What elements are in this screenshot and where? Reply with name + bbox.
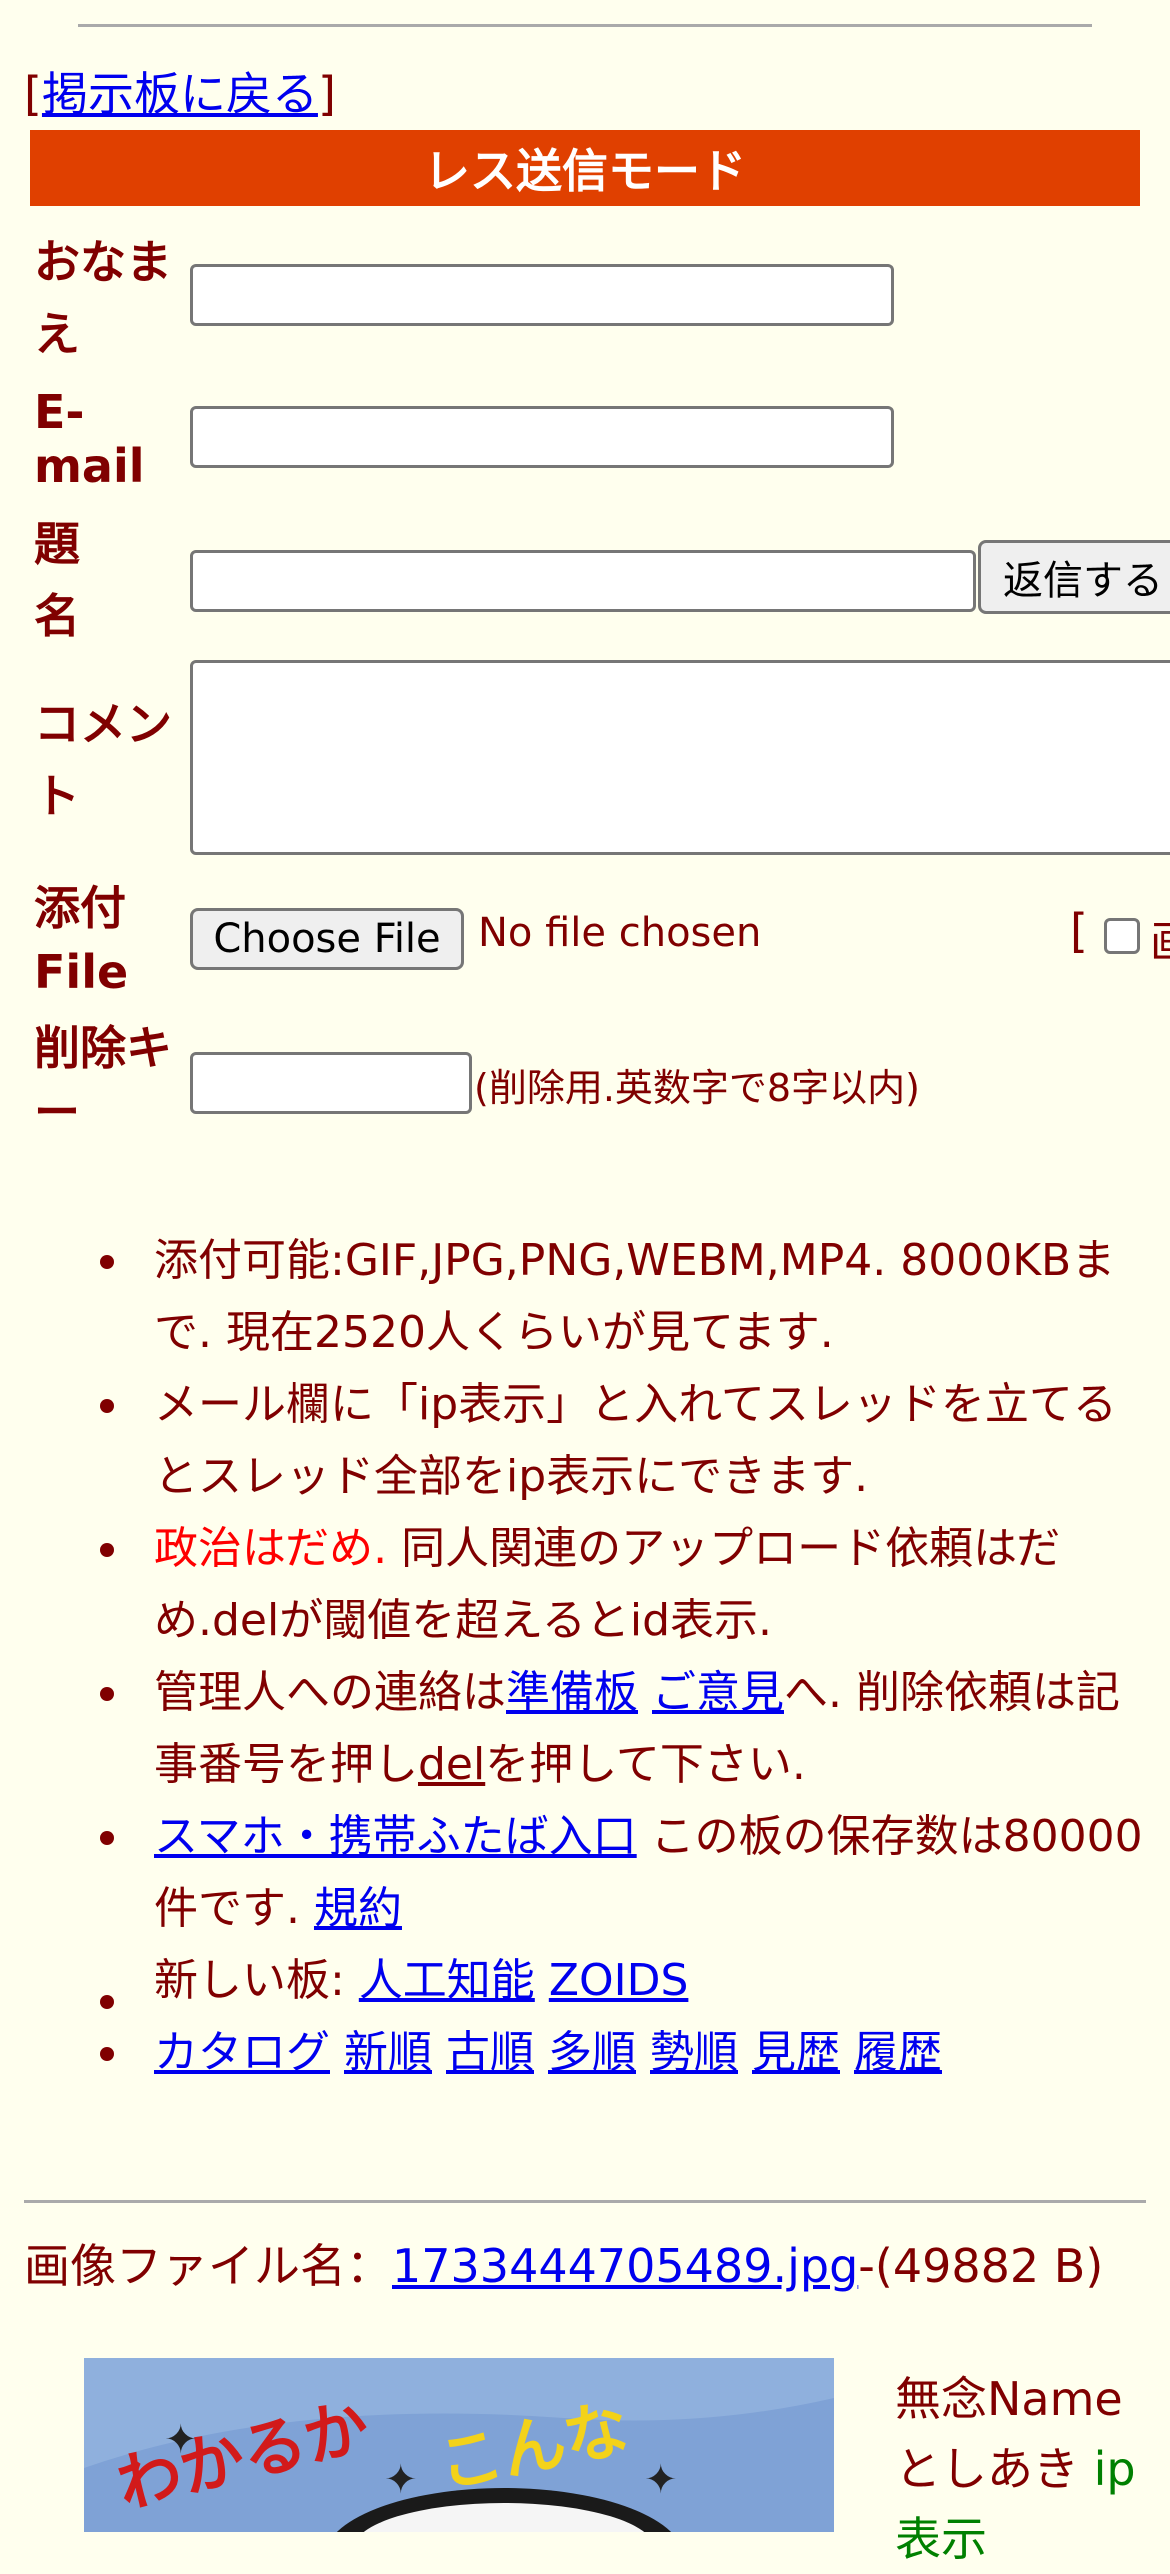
del-term: del: [418, 1739, 486, 1790]
subject-label-line1: 題: [34, 517, 80, 571]
top-divider: [78, 24, 1092, 27]
delete-key-label-line1: 削除キ: [34, 1021, 172, 1075]
name-input[interactable]: [190, 264, 894, 326]
list-item: 新しい板: 人工知能 ZOIDS: [0, 1945, 1160, 2017]
email-label-line2: mail: [34, 439, 145, 493]
comment-label-line2: ト: [34, 769, 80, 823]
back-to-board-link[interactable]: 掲示板に戻る: [42, 67, 318, 121]
list-item: 政治はだめ. 同人関連のアップロード依頼はだめ.delが閾値を超えるとid表示.: [0, 1513, 1160, 1657]
sort-oldest-link[interactable]: 古順: [446, 2027, 534, 2078]
image-file-size: -(49882 B): [858, 2239, 1104, 2293]
reply-submit-button[interactable]: 返信する: [978, 540, 1170, 614]
poster-ip-tail: 表示: [895, 2512, 987, 2566]
bottom-divider: [24, 2200, 1146, 2203]
list-item: 添付可能:GIF,JPG,PNG,WEBM,MP4. 8000KBまで. 現在2…: [0, 1225, 1160, 1369]
name-label: おなま え: [34, 226, 172, 370]
back-link-container: [掲示板に戻る]: [24, 58, 336, 124]
post-poster-line: としあき ip: [895, 2434, 1136, 2504]
svg-text:✦: ✦: [384, 2457, 418, 2503]
sort-newest-link[interactable]: 新順: [344, 2027, 432, 2078]
delete-key-input[interactable]: [190, 1052, 472, 1114]
image-file-label: 画像ファイル名：: [24, 2239, 392, 2293]
delete-key-note: (削除用.英数字で8字以内): [474, 1066, 920, 1110]
bullet-icon: [100, 1399, 114, 1413]
file-label: 添付 File: [34, 872, 128, 1008]
email-label: E- mail: [34, 376, 145, 502]
list-item: スマホ・携帯ふたば入口 この板の保存数は80000件です. 規約: [0, 1801, 1160, 1945]
subject-label: 題 名: [34, 508, 80, 652]
poster-ip: ip: [1093, 2442, 1136, 2496]
file-label-line1: 添付: [34, 881, 126, 935]
choose-file-button[interactable]: Choose File: [190, 908, 464, 970]
delete-key-label: 削除キ ー: [34, 1012, 172, 1148]
subject-label-line2: 名: [34, 589, 80, 643]
comment-textarea[interactable]: [190, 660, 1170, 855]
note-no-politics: 政治はだめ.: [154, 1523, 388, 1574]
bullet-icon: [100, 1831, 114, 1845]
list-item: 管理人への連絡は準備板 ご意見へ. 削除依頼は記事番号を押しdelを押して下さい…: [0, 1657, 1160, 1801]
svg-text:✦: ✦: [164, 2417, 198, 2463]
mobile-entrance-link[interactable]: スマホ・携帯ふたば入口: [154, 1811, 637, 1862]
image-option-checkbox[interactable]: [1104, 918, 1140, 954]
bracket-close: ]: [317, 67, 336, 121]
list-item: メール欄に「ip表示」と入れてスレッドを立てるとスレッド全部をip表示にできます…: [0, 1369, 1160, 1513]
view-history-link[interactable]: 見歴: [752, 2027, 840, 2078]
delete-key-label-line2: ー: [34, 1085, 80, 1139]
image-option-label: 画: [1150, 906, 1170, 970]
catalog-link[interactable]: カタログ: [154, 2027, 330, 2078]
subject-input[interactable]: [190, 550, 976, 612]
name-label-line1: おなま: [34, 235, 172, 289]
note-delete-request-end: を押して下さい.: [485, 1739, 806, 1790]
bullet-icon: [100, 1687, 114, 1701]
file-label-line2: File: [34, 945, 129, 999]
prep-board-link[interactable]: 準備板: [506, 1667, 638, 1718]
post-name-label: 無念Name: [895, 2372, 1123, 2426]
board-notes-list: 添付可能:GIF,JPG,PNG,WEBM,MP4. 8000KBまで. 現在2…: [0, 1225, 1160, 2089]
bullet-icon: [100, 2047, 114, 2061]
feedback-link[interactable]: ご意見: [652, 1667, 784, 1718]
note-attachments: 添付可能:GIF,JPG,PNG,WEBM,MP4. 8000KBまで. 現在2…: [154, 1235, 1116, 1358]
poster-name: としあき: [895, 2442, 1079, 2496]
bullet-icon: [100, 1543, 114, 1557]
name-label-line2: え: [34, 307, 80, 361]
image-file-link[interactable]: 1733444705489.jpg: [392, 2239, 858, 2293]
image-file-info: 画像ファイル名：1733444705489.jpg-(49882 B): [24, 2236, 1144, 2296]
note-contact-text: 管理人への連絡は: [154, 1667, 506, 1718]
comment-label: コメン ト: [34, 688, 172, 832]
email-input[interactable]: [190, 406, 894, 468]
bullet-icon: [100, 1995, 114, 2009]
post-header: 無念Name としあき ip 表示: [895, 2364, 1136, 2574]
sort-momentum-link[interactable]: 勢順: [650, 2027, 738, 2078]
bullet-icon: [100, 1255, 114, 1269]
bracket-open: [: [24, 67, 42, 121]
no-file-chosen-text: No file chosen: [478, 910, 762, 956]
post-image-thumbnail[interactable]: わかるか こんな ✦ ✦ ✦: [84, 2358, 834, 2532]
reply-mode-header: レス送信モード: [30, 130, 1140, 206]
note-ip-display: メール欄に「ip表示」と入れてスレッドを立てるとスレッド全部をip表示にできます…: [154, 1379, 1117, 1502]
ai-board-link[interactable]: 人工知能: [359, 1955, 535, 2006]
zoids-board-link[interactable]: ZOIDS: [549, 1955, 689, 2006]
list-item: カタログ 新順 古順 多順 勢順 見歴 履歴: [0, 2017, 1160, 2089]
svg-text:✦: ✦: [644, 2457, 678, 2503]
terms-link[interactable]: 規約: [314, 1883, 402, 1934]
new-boards-label: 新しい板:: [154, 1955, 359, 2006]
sort-most-link[interactable]: 多順: [548, 2027, 636, 2078]
thumbnail-illustration: わかるか こんな ✦ ✦ ✦: [84, 2358, 834, 2532]
history-link[interactable]: 履歴: [854, 2027, 942, 2078]
comment-label-line1: コメン: [34, 697, 172, 751]
image-option-bracket: [: [1070, 904, 1088, 958]
